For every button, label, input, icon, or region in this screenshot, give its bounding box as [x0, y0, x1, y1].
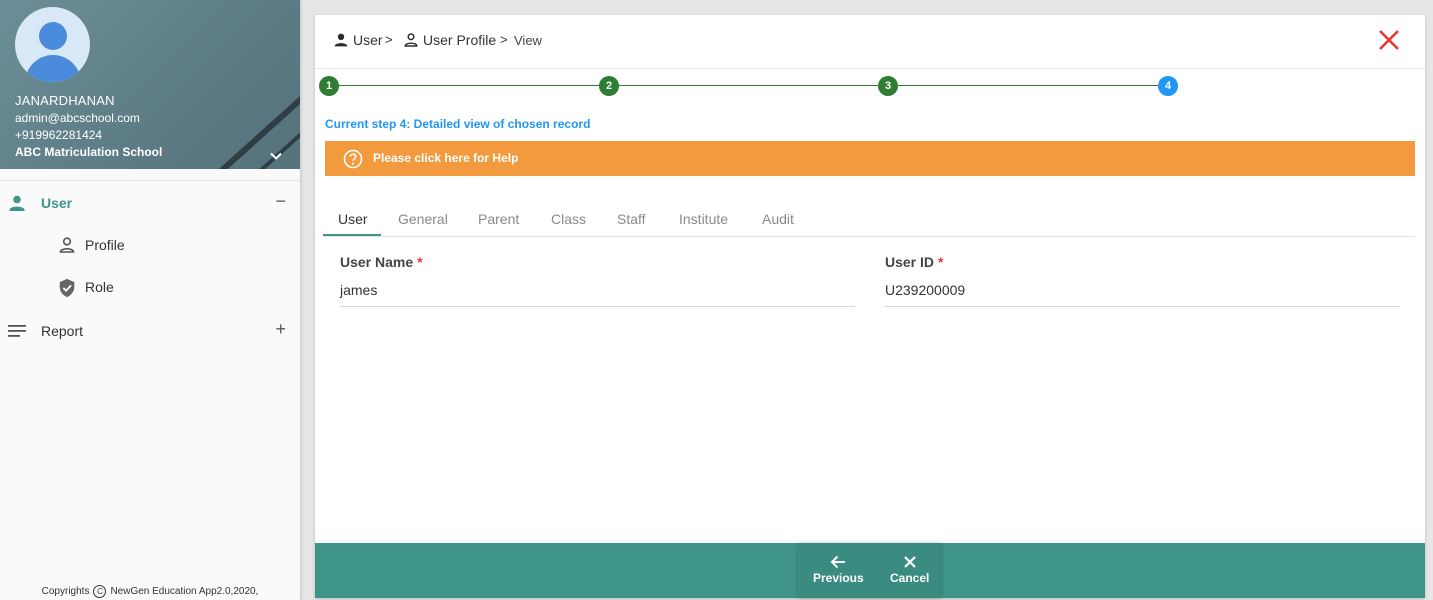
- sidebar-item-label: Profile: [85, 237, 125, 253]
- tab-parent[interactable]: Parent: [478, 211, 519, 227]
- field-underline: [885, 306, 1400, 307]
- sidebar-item-label: Report: [41, 323, 84, 339]
- cancel-label: Cancel: [890, 571, 930, 585]
- divider: [0, 180, 300, 181]
- breadcrumb-user[interactable]: User: [333, 32, 383, 48]
- sidebar-item-label: Role: [85, 279, 114, 295]
- tab-user[interactable]: User: [338, 211, 368, 227]
- step-1[interactable]: 1: [319, 76, 339, 96]
- sidebar-item-report[interactable]: Report +: [0, 313, 300, 349]
- help-label: Please click here for Help: [373, 151, 519, 165]
- stepper-connector: [339, 85, 599, 86]
- profile-school: ABC Matriculation School: [15, 145, 163, 159]
- active-tab-indicator: [323, 234, 381, 236]
- breadcrumb-user-profile[interactable]: User Profile: [403, 32, 496, 48]
- tab-audit[interactable]: Audit: [762, 211, 794, 227]
- step-4[interactable]: 4: [1158, 76, 1178, 96]
- previous-label: Previous: [813, 571, 864, 585]
- previous-button[interactable]: Previous: [798, 543, 878, 598]
- sidebar-item-user[interactable]: User −: [0, 185, 300, 221]
- stepper-connector: [619, 85, 878, 86]
- collapse-icon[interactable]: −: [275, 191, 286, 212]
- field-underline: [340, 306, 855, 307]
- breadcrumb-separator: >: [500, 32, 508, 47]
- breadcrumb-separator: >: [385, 32, 393, 47]
- stepper-connector: [898, 85, 1158, 86]
- help-circle-icon: [343, 149, 363, 169]
- action-group: Previous Cancel: [798, 543, 941, 598]
- sidebar: JANARDHANAN admin@abcschool.com +9199622…: [0, 0, 300, 600]
- cancel-button[interactable]: Cancel: [878, 543, 941, 598]
- required-mark: *: [938, 254, 944, 270]
- tab-bar: User General Parent Class Staff Institut…: [323, 203, 1415, 237]
- person-outline-icon: [59, 237, 75, 253]
- header-decoration: [171, 0, 300, 169]
- sidebar-item-profile[interactable]: Profile: [0, 227, 300, 263]
- tab-general[interactable]: General: [398, 211, 448, 227]
- user-name-label: User Name *: [340, 254, 423, 270]
- action-bar: Previous Cancel: [315, 543, 1425, 598]
- user-name-value: james: [340, 282, 378, 298]
- profile-name: JANARDHANAN: [15, 93, 115, 108]
- close-icon[interactable]: [1378, 29, 1400, 51]
- sidebar-item-role[interactable]: Role: [0, 269, 300, 305]
- card-header: User > User Profile > View: [315, 15, 1425, 69]
- required-mark: *: [417, 254, 423, 270]
- copyright-text: NewGen Education App2.0,2020,: [110, 585, 259, 597]
- tab-class[interactable]: Class: [551, 211, 586, 227]
- person-icon: [9, 195, 25, 211]
- footer-copyright: Copyrights C NewGen Education App2.0,202…: [0, 582, 300, 600]
- shield-check-icon: [59, 278, 75, 298]
- person-outline-icon: [404, 33, 418, 47]
- sidebar-item-label: User: [41, 195, 73, 211]
- copyright-icon: C: [93, 584, 107, 598]
- arrow-left-icon: [830, 555, 845, 569]
- step-2[interactable]: 2: [599, 76, 619, 96]
- person-icon: [334, 33, 348, 47]
- avatar: [15, 7, 90, 82]
- chevron-down-icon[interactable]: [268, 148, 284, 164]
- view-card: User > User Profile > View 1 2 3 4 Curre…: [315, 15, 1425, 598]
- user-id-value: U239200009: [885, 282, 966, 298]
- breadcrumb-label: User Profile: [423, 32, 497, 48]
- list-lines-icon: [8, 325, 26, 337]
- tab-institute[interactable]: Institute: [679, 211, 728, 227]
- breadcrumb-view: View: [514, 33, 542, 48]
- step-3[interactable]: 3: [878, 76, 898, 96]
- tab-staff[interactable]: Staff: [617, 211, 646, 227]
- profile-header: JANARDHANAN admin@abcschool.com +9199622…: [0, 0, 300, 169]
- copyright-prefix: Copyrights: [41, 585, 90, 597]
- help-banner[interactable]: Please click here for Help: [325, 141, 1415, 176]
- breadcrumb-label: User: [353, 32, 383, 48]
- close-icon: [904, 556, 916, 568]
- breadcrumb-label: View: [514, 33, 542, 48]
- expand-icon[interactable]: +: [275, 319, 286, 340]
- profile-phone: +919962281424: [15, 128, 103, 142]
- profile-email: admin@abcschool.com: [15, 111, 140, 125]
- user-id-label: User ID *: [885, 254, 944, 270]
- step-caption: Current step 4: Detailed view of chosen …: [325, 117, 591, 131]
